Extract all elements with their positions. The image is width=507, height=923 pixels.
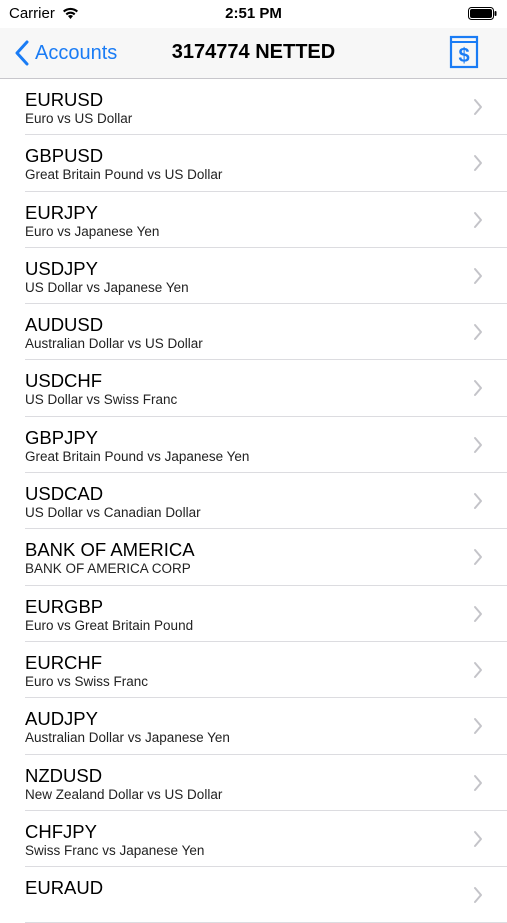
instrument-row[interactable]: EURUSD Euro vs US Dollar <box>0 79 507 136</box>
chevron-right-icon <box>474 436 482 453</box>
instrument-symbol: USDCHF <box>25 370 103 392</box>
instrument-symbol: CHFJPY <box>25 820 97 842</box>
instrument-description: US Dollar vs Japanese Yen <box>25 279 189 295</box>
instrument-row[interactable]: EURJPY Euro vs Japanese Yen <box>0 192 507 249</box>
chevron-right-icon <box>474 661 482 678</box>
instrument-description: Australian Dollar vs Japanese Yen <box>25 730 230 746</box>
instrument-symbol: NZDUSD <box>25 764 103 786</box>
instrument-row[interactable]: EURCHF Euro vs Swiss Franc <box>0 642 507 699</box>
chevron-right-icon <box>474 267 482 284</box>
navigation-bar: Accounts 3174774 NETTED $ <box>0 28 507 79</box>
instrument-row[interactable]: AUDUSD Australian Dollar vs US Dollar <box>0 304 507 361</box>
instrument-symbol: GBPUSD <box>25 145 104 167</box>
instrument-symbol: EURCHF <box>25 651 103 673</box>
chevron-right-icon <box>474 830 482 847</box>
instrument-row[interactable]: GBPUSD Great Britain Pound vs US Dollar <box>0 135 507 192</box>
instrument-symbol: USDJPY <box>25 257 98 279</box>
chevron-right-icon <box>474 324 482 341</box>
instrument-list: EURUSD Euro vs US Dollar GBPUSD Great Brita… <box>0 79 507 923</box>
chevron-right-icon <box>474 155 482 172</box>
dollar-book-icon[interactable]: $ <box>449 35 479 69</box>
instrument-description: Swiss Franc vs Japanese Yen <box>25 842 205 858</box>
instrument-description: Euro vs Japanese Yen <box>25 223 160 239</box>
instrument-row[interactable]: CHFJPY Swiss Franc vs Japanese Yen <box>0 811 507 868</box>
instrument-row[interactable]: USDJPY US Dollar vs Japanese Yen <box>0 248 507 305</box>
chevron-right-icon <box>474 99 482 115</box>
battery-icon <box>468 7 497 20</box>
chevron-right-icon <box>474 211 482 228</box>
instrument-description: Euro vs Swiss Franc <box>25 673 149 689</box>
instrument-symbol: EURAUD <box>25 877 104 899</box>
instrument-description: Great Britain Pound vs US Dollar <box>25 167 223 183</box>
instrument-description: Great Britain Pound vs Japanese Yen <box>25 448 250 464</box>
instrument-row[interactable]: AUDJPY Australian Dollar vs Japanese Yen <box>0 698 507 755</box>
chevron-right-icon <box>474 718 482 735</box>
instrument-description: New Zealand Dollar vs US Dollar <box>25 786 223 802</box>
instrument-row[interactable]: USDCAD US Dollar vs Canadian Dollar <box>0 473 507 530</box>
chevron-right-icon <box>474 887 482 904</box>
instrument-symbol: AUDUSD <box>25 314 104 336</box>
instrument-row[interactable]: USDCHF US Dollar vs Swiss Franc <box>0 360 507 418</box>
instrument-description: Australian Dollar vs US Dollar <box>25 336 203 352</box>
chevron-right-icon <box>474 605 482 622</box>
instrument-symbol: EURUSD <box>25 89 104 110</box>
chevron-right-icon <box>474 380 482 397</box>
clock-label: 2:51 PM <box>225 5 282 22</box>
instrument-description: Euro vs US Dollar <box>25 111 133 126</box>
chevron-right-icon <box>474 774 482 791</box>
page-title: 3174774 NETTED <box>171 41 336 63</box>
instrument-row[interactable]: NZDUSD New Zealand Dollar vs US Dollar <box>0 755 507 812</box>
instrument-symbol: BANK OF AMERICA <box>25 539 195 561</box>
svg-text:$: $ <box>458 45 469 67</box>
instrument-row[interactable]: EURAUD <box>0 867 507 923</box>
instrument-symbol: GBPJPY <box>25 426 98 448</box>
instrument-description: US Dollar vs Canadian Dollar <box>25 505 201 521</box>
instrument-symbol: USDCAD <box>25 483 104 505</box>
chevron-right-icon <box>474 493 482 510</box>
instrument-symbol: EURGBP <box>25 595 104 617</box>
instrument-description: Euro vs Great Britain Pound <box>25 617 194 633</box>
instrument-description: BANK OF AMERICA CORP <box>25 561 191 577</box>
instrument-description: US Dollar vs Swiss Franc <box>25 392 178 408</box>
status-bar: Carrier 2:51 PM <box>0 0 507 28</box>
chevron-right-icon <box>474 549 482 566</box>
instrument-symbol: AUDJPY <box>25 708 98 730</box>
instrument-row[interactable]: BANK OF AMERICA BANK OF AMERICA CORP <box>0 529 507 586</box>
instrument-row[interactable]: GBPJPY Great Britain Pound vs Japanese Ye… <box>0 417 507 474</box>
instrument-symbol: EURJPY <box>25 201 98 223</box>
instrument-row[interactable]: EURGBP Euro vs Great Britain Pound <box>0 586 507 643</box>
